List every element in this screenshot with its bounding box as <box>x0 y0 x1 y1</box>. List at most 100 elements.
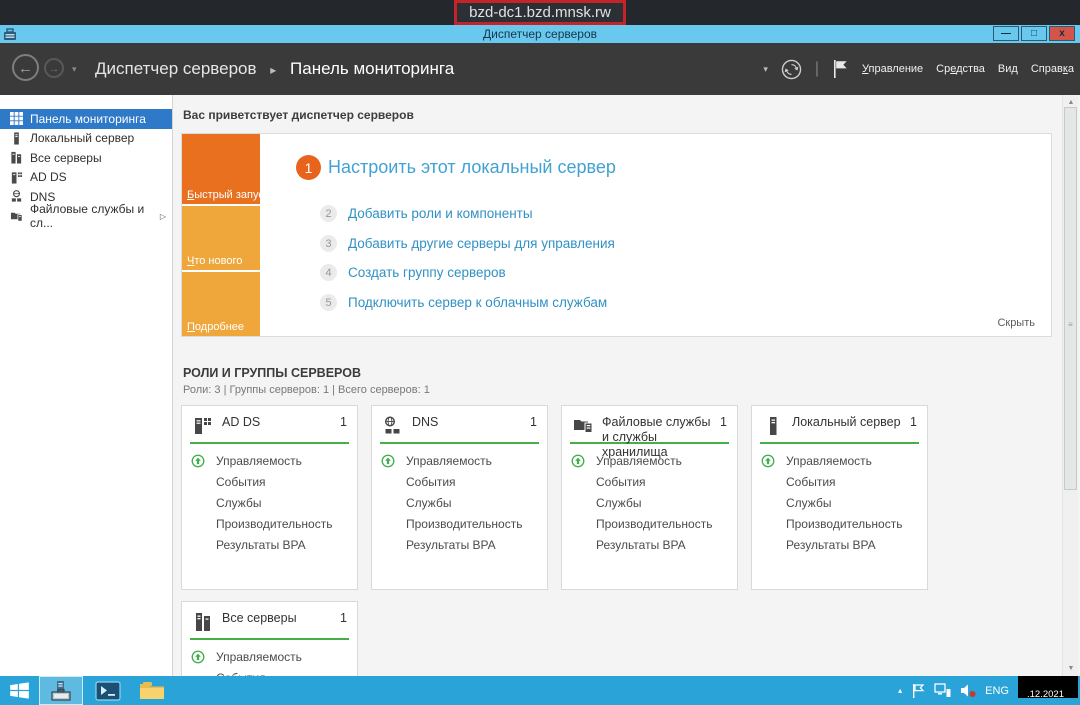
card-title[interactable]: Все серверы <box>222 611 332 626</box>
language-indicator[interactable]: ENG <box>985 685 1009 697</box>
volume-icon[interactable] <box>960 683 976 698</box>
toolbar-caret-icon[interactable]: ▾ <box>763 64 768 75</box>
card-row-services[interactable]: Службы <box>562 493 737 514</box>
action-center-flag-icon[interactable] <box>911 683 925 699</box>
taskbar-server-manager-button[interactable] <box>39 676 83 705</box>
roles-section-title: РОЛИ И ГРУППЫ СЕРВЕРОВ <box>183 366 361 380</box>
menu-manage[interactable]: Управление <box>862 63 923 75</box>
header-toolbar: ▾ | Управление Средства Вид Справка <box>763 43 1074 95</box>
card-row-events[interactable]: События <box>182 472 357 493</box>
network-icon[interactable] <box>934 683 951 698</box>
card-row-manageability[interactable]: Управляемость <box>182 451 357 472</box>
card-header[interactable]: AD DS 1 <box>182 406 357 442</box>
sidebar-item-all-servers[interactable]: Все серверы <box>0 148 172 168</box>
breadcrumb-root[interactable]: Диспетчер серверов <box>95 59 257 78</box>
step-4-link[interactable]: Создать группу серверов <box>348 265 506 280</box>
card-row-events[interactable]: События <box>562 472 737 493</box>
window-title: Диспетчер серверов <box>482 27 598 41</box>
sidebar-item-label: Все серверы <box>30 150 102 165</box>
card-row-services[interactable]: Службы <box>182 493 357 514</box>
card-row-manageability[interactable]: Управляемость <box>182 647 357 668</box>
scrollbar-thumb[interactable]: ≡ <box>1064 107 1077 490</box>
card-row-performance[interactable]: Производительность <box>182 514 357 535</box>
notifications-flag-icon[interactable] <box>832 59 849 79</box>
hide-welcome-link[interactable]: Скрыть <box>997 317 1035 329</box>
sidebar-item-label: Панель мониторинга <box>30 111 146 126</box>
sidebar-item-file-services[interactable]: Файловые службы и сл... ▷ <box>0 202 172 230</box>
card-header[interactable]: Локальный сервер 1 <box>752 406 927 442</box>
card-row-bpa[interactable]: Результаты BPA <box>562 535 737 556</box>
breadcrumb-current: Панель мониторинга <box>290 59 455 78</box>
taskbar-powershell-button[interactable] <box>88 676 128 705</box>
card-row-performance[interactable]: Производительность <box>752 514 927 535</box>
maximize-button[interactable]: □ <box>1021 26 1047 41</box>
hostname-text: bzd-dc1.bzd.mnsk.rw <box>469 4 611 21</box>
menu-tools[interactable]: Средства <box>936 63 985 75</box>
status-line <box>190 442 349 444</box>
menu-help[interactable]: Справка <box>1031 63 1074 75</box>
ad-ds-icon <box>195 418 211 434</box>
start-button[interactable] <box>0 676 39 705</box>
card-row-bpa[interactable]: Результаты BPA <box>752 535 927 556</box>
breadcrumb-separator-icon: ▸ <box>270 63 277 77</box>
step-2-link[interactable]: Добавить роли и компоненты <box>348 206 533 221</box>
nav-history-caret-icon[interactable]: ▾ <box>72 64 77 75</box>
step-5-link[interactable]: Подключить сервер к облачным службам <box>348 295 607 310</box>
card-row-events[interactable]: События <box>752 472 927 493</box>
sidebar-item-local-server[interactable]: Локальный сервер <box>0 129 172 149</box>
menu-view[interactable]: Вид <box>998 63 1018 75</box>
folder-icon <box>140 682 164 699</box>
back-button[interactable]: ← <box>12 54 39 81</box>
card-row-bpa[interactable]: Результаты BPA <box>372 535 547 556</box>
tray-overflow-caret-icon[interactable]: ▴ <box>898 686 902 695</box>
card-count: 1 <box>530 415 537 429</box>
card-row-services[interactable]: Службы <box>372 493 547 514</box>
card-row-manageability[interactable]: Управляемость <box>562 451 737 472</box>
card-row-bpa[interactable]: Результаты BPA <box>182 535 357 556</box>
taskbar-file-explorer-button[interactable] <box>132 676 172 705</box>
card-title[interactable]: Локальный сервер <box>792 415 902 430</box>
card-title[interactable]: DNS <box>412 415 522 430</box>
dns-icon <box>384 416 400 434</box>
step-1-link[interactable]: Настроить этот локальный сервер <box>328 157 616 178</box>
status-line <box>190 638 349 640</box>
group-card-all-servers: Все серверы 1 Управляемость События <box>181 601 358 676</box>
role-card-ad-ds: AD DS 1 Управляемость События Службы Про… <box>181 405 358 590</box>
dashboard-content: Вас приветствует диспетчер серверов Быст… <box>174 95 1060 676</box>
card-row-events[interactable]: События <box>372 472 547 493</box>
tab-quick-start[interactable]: Быстрый запуск <box>182 134 269 205</box>
status-up-icon <box>191 454 205 468</box>
card-count: 1 <box>340 611 347 625</box>
card-row-events[interactable]: События <box>182 668 357 676</box>
card-row-manageability[interactable]: Управляемость <box>372 451 547 472</box>
card-row-performance[interactable]: Производительность <box>562 514 737 535</box>
step-3-link[interactable]: Добавить другие серверы для управления <box>348 236 615 251</box>
sidebar-item-ad-ds[interactable]: AD DS <box>0 168 172 188</box>
card-row-manageability[interactable]: Управляемость <box>752 451 927 472</box>
card-count: 1 <box>720 415 727 429</box>
card-header[interactable]: DNS 1 <box>372 406 547 442</box>
tab-learn-more[interactable]: Подробнее <box>182 272 260 336</box>
sidebar-item-dashboard[interactable]: Панель мониторинга <box>0 109 172 129</box>
scroll-down-button[interactable]: ▼ <box>1063 661 1079 676</box>
dns-icon <box>11 190 22 202</box>
card-row-performance[interactable]: Производительность <box>372 514 547 535</box>
scrollbar-grip-icon: ≡ <box>1068 320 1073 329</box>
tab-whats-new[interactable]: Что нового <box>182 206 260 271</box>
windows-logo-icon <box>10 682 29 699</box>
ad-ds-icon <box>11 172 23 184</box>
taskbar-clock[interactable]: .12.2021 <box>1018 676 1080 705</box>
card-header[interactable]: Файловые службы и службы хранилища 1 <box>562 406 737 459</box>
minimize-button[interactable]: — <box>993 26 1019 41</box>
forward-button[interactable]: → <box>44 58 64 78</box>
card-row-services[interactable]: Службы <box>752 493 927 514</box>
card-title[interactable]: AD DS <box>222 415 332 430</box>
status-line <box>380 442 539 444</box>
local-server-icon <box>14 132 19 145</box>
refresh-icon[interactable] <box>781 59 802 80</box>
quickstart-column: Быстрый запуск Что нового Подробнее <box>182 134 269 336</box>
close-button[interactable]: x <box>1049 26 1075 41</box>
card-header[interactable]: Все серверы 1 <box>182 602 357 638</box>
expander-icon[interactable]: ▷ <box>160 212 166 221</box>
window-titlebar[interactable]: Диспетчер серверов — □ x <box>0 25 1080 43</box>
